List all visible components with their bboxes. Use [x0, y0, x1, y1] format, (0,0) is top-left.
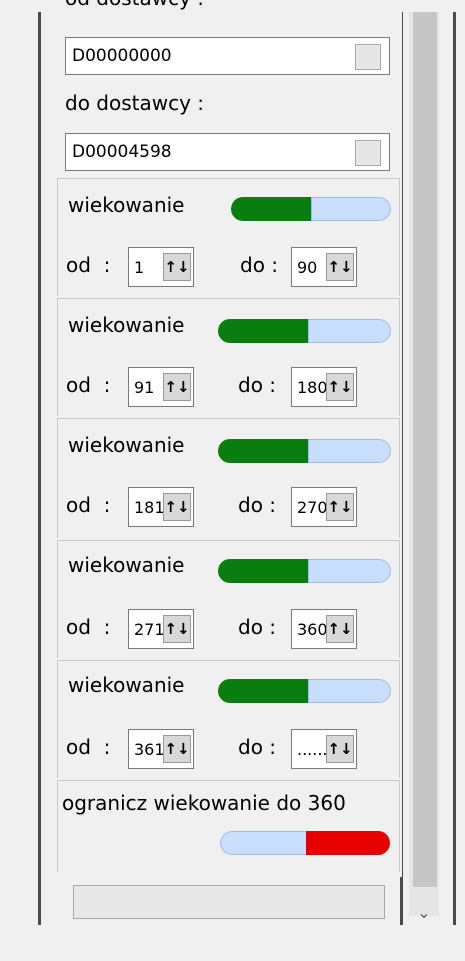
aging-group-3: wiekowanie od : 181 ↑↓ do : 270 ↑↓	[57, 418, 400, 538]
up-down-arrows-icon[interactable]: ↑↓	[163, 253, 191, 281]
up-down-arrows-icon[interactable]: ↑↓	[163, 615, 191, 643]
aging-label: wiekowanie	[68, 553, 185, 577]
supplier-to-field[interactable]: D00004598	[65, 133, 390, 171]
to-spinner[interactable]: 360 ↑↓	[291, 609, 357, 649]
scrollbar-thumb[interactable]	[413, 12, 437, 887]
from-value: 181	[134, 498, 165, 517]
supplier-from-field[interactable]: D00000000	[65, 37, 390, 75]
from-spinner[interactable]: 271 ↑↓	[128, 609, 194, 649]
to-label: do :	[238, 615, 277, 639]
aging-toggle[interactable]	[218, 559, 391, 583]
from-value: 361	[134, 740, 165, 759]
aging-group-1: wiekowanie od : 1 ↑↓ do : 90 ↑↓	[57, 178, 400, 296]
from-value: 1	[134, 258, 145, 277]
to-label: do :	[238, 735, 277, 759]
to-label: do :	[240, 253, 279, 277]
up-down-arrows-icon[interactable]: ↑↓	[163, 373, 191, 401]
aging-label: wiekowanie	[68, 193, 185, 217]
left-frame-border	[38, 12, 41, 925]
to-spinner[interactable]: 180 ↑↓	[291, 367, 357, 407]
scroll-down-button[interactable]: ⌄	[409, 900, 439, 926]
limit-aging-group: ogranicz wiekowanie do 360	[57, 780, 400, 872]
from-spinner[interactable]: 361 ↑↓	[128, 729, 194, 769]
status-bar-field	[73, 885, 385, 919]
supplier-to-lookup-button[interactable]	[355, 140, 381, 166]
from-label: od :	[66, 493, 111, 517]
aging-label: wiekowanie	[68, 313, 185, 337]
aging-group-5: wiekowanie od : 361 ↑↓ do : ...... ↑↓	[57, 660, 400, 778]
aging-label: wiekowanie	[68, 673, 185, 697]
filter-panel: od dostawcy : D00000000 do dostawcy : D0…	[57, 0, 402, 877]
from-spinner[interactable]: 181 ↑↓	[128, 487, 194, 527]
aging-group-2: wiekowanie od : 91 ↑↓ do : 180 ↑↓	[57, 298, 400, 416]
aging-label: wiekowanie	[68, 433, 185, 457]
from-value: 91	[134, 378, 155, 397]
from-spinner[interactable]: 91 ↑↓	[128, 367, 194, 407]
to-value: 180	[297, 378, 328, 397]
aging-toggle[interactable]	[231, 197, 391, 221]
up-down-arrows-icon[interactable]: ↑↓	[326, 615, 354, 643]
to-value: ......	[297, 740, 328, 759]
aging-toggle[interactable]	[218, 319, 391, 343]
to-value: 90	[297, 258, 318, 277]
from-value: 271	[134, 620, 165, 639]
limit-aging-label: ogranicz wiekowanie do 360	[62, 791, 346, 815]
supplier-from-lookup-button[interactable]	[355, 44, 381, 70]
limit-aging-toggle[interactable]	[220, 831, 390, 855]
to-label: do :	[238, 493, 277, 517]
to-value: 360	[297, 620, 328, 639]
to-spinner[interactable]: 270 ↑↓	[291, 487, 357, 527]
from-label: od :	[66, 373, 111, 397]
window-right-border	[453, 12, 456, 925]
from-label: od :	[66, 615, 111, 639]
up-down-arrows-icon[interactable]: ↑↓	[326, 253, 354, 281]
to-spinner[interactable]: 90 ↑↓	[291, 247, 357, 287]
from-label: od :	[66, 253, 111, 277]
supplier-from-value: D00000000	[72, 46, 172, 66]
up-down-arrows-icon[interactable]: ↑↓	[326, 373, 354, 401]
up-down-arrows-icon[interactable]: ↑↓	[163, 735, 191, 763]
to-spinner[interactable]: ...... ↑↓	[291, 729, 357, 769]
up-down-arrows-icon[interactable]: ↑↓	[163, 493, 191, 521]
aging-toggle[interactable]	[218, 439, 391, 463]
supplier-to-label: do dostawcy :	[65, 91, 205, 115]
to-label: do :	[238, 373, 277, 397]
aging-toggle[interactable]	[218, 679, 391, 703]
from-spinner[interactable]: 1 ↑↓	[128, 247, 194, 287]
supplier-from-label: od dostawcy :	[65, 0, 204, 10]
aging-group-4: wiekowanie od : 271 ↑↓ do : 360 ↑↓	[57, 540, 400, 658]
from-label: od :	[66, 735, 111, 759]
up-down-arrows-icon[interactable]: ↑↓	[326, 493, 354, 521]
up-down-arrows-icon[interactable]: ↑↓	[326, 735, 354, 763]
supplier-to-value: D00004598	[72, 142, 172, 162]
chevron-down-icon: ⌄	[417, 903, 431, 922]
to-value: 270	[297, 498, 328, 517]
